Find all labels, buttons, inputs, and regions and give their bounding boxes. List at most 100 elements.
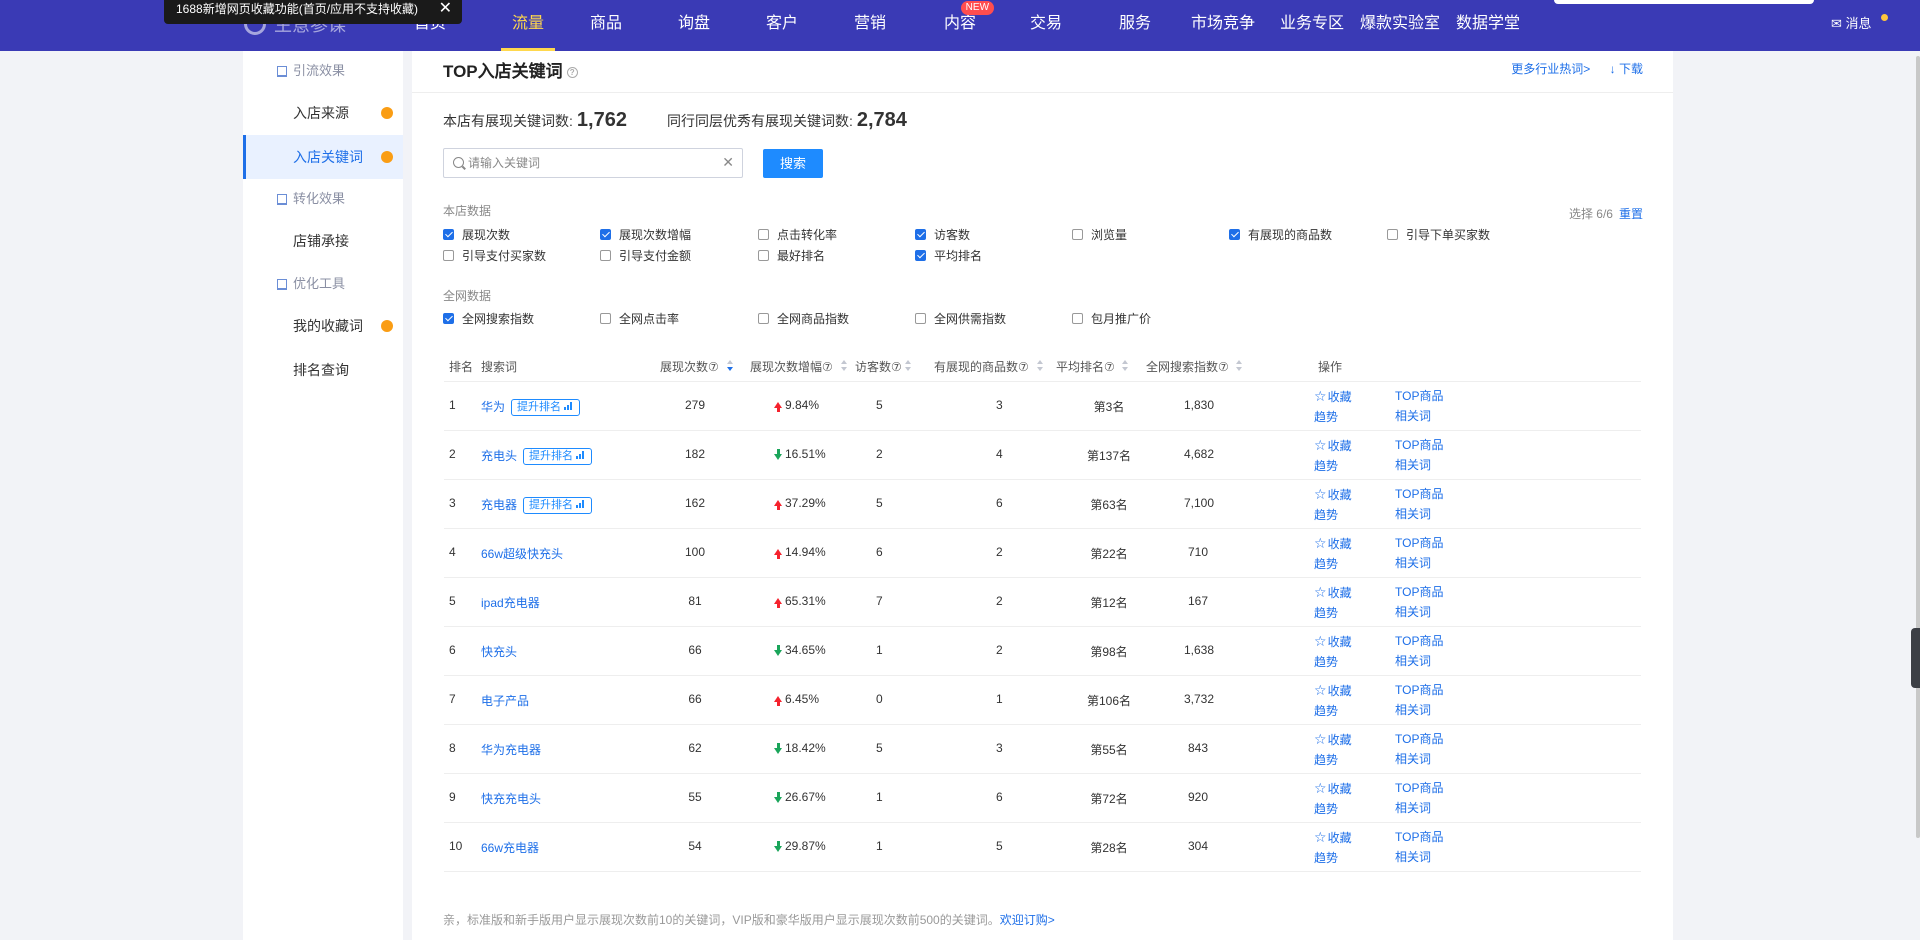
related-words-link[interactable]: 相关词 [1395, 504, 1443, 524]
related-words-link[interactable]: 相关词 [1395, 602, 1443, 622]
download-button[interactable]: ↓ 下载 [1610, 62, 1643, 76]
related-words-link[interactable]: 相关词 [1395, 847, 1443, 867]
nav-item-business[interactable]: 业务专区 [1280, 0, 1344, 51]
keyword-link[interactable]: 华为充电器 [481, 743, 541, 757]
sidebar-item-shop-landing[interactable]: 店铺承接 [243, 219, 403, 263]
nav-item-marketing[interactable]: 营销 [854, 0, 886, 51]
trend-link[interactable]: 趋势 [1314, 750, 1352, 770]
sort-icon[interactable] [905, 360, 912, 372]
messages-button[interactable]: ✉ 消息 [1831, 0, 1888, 48]
related-words-link[interactable]: 相关词 [1395, 553, 1443, 573]
favorite-button[interactable]: ☆收藏 [1314, 680, 1352, 701]
nav-item-market[interactable]: 市场竞争 [1191, 0, 1255, 51]
boost-rank-button[interactable]: 提升排名 [523, 497, 593, 514]
top-goods-link[interactable]: TOP商品 [1395, 778, 1443, 798]
checkbox-web-3[interactable]: 全网供需指数 [915, 310, 1006, 327]
related-words-link[interactable]: 相关词 [1395, 749, 1443, 769]
top-goods-link[interactable]: TOP商品 [1395, 582, 1443, 602]
col-growth[interactable]: 展现次数增幅⑦ [750, 358, 833, 375]
top-goods-link[interactable]: TOP商品 [1395, 484, 1443, 504]
top-goods-link[interactable]: TOP商品 [1395, 533, 1443, 553]
sidebar-item-favorites[interactable]: 我的收藏词 [243, 304, 403, 348]
sort-icon[interactable] [727, 360, 734, 372]
favorite-button[interactable]: ☆收藏 [1314, 631, 1352, 652]
nav-item-academy[interactable]: 数据学堂 [1456, 0, 1520, 51]
checkbox-web-2[interactable]: 全网商品指数 [758, 310, 849, 327]
nav-item-customer[interactable]: 客户 [766, 0, 798, 51]
trend-link[interactable]: 趋势 [1314, 407, 1352, 427]
checkbox-shop-5[interactable]: 有展现的商品数 [1229, 226, 1332, 243]
page-scrollbar[interactable] [1916, 56, 1920, 838]
favorite-button[interactable]: ☆收藏 [1314, 729, 1352, 750]
favorite-button[interactable]: ☆收藏 [1314, 533, 1352, 554]
checkbox-web-0[interactable]: 全网搜索指数 [443, 310, 534, 327]
nav-item-content[interactable]: 内容 NEW [944, 0, 995, 51]
favorite-button[interactable]: ☆收藏 [1314, 386, 1352, 407]
related-words-link[interactable]: 相关词 [1395, 651, 1443, 671]
nav-search-box[interactable] [1554, 0, 1814, 4]
sort-icon[interactable] [841, 360, 848, 372]
trend-link[interactable]: 趋势 [1314, 505, 1352, 525]
favorite-button[interactable]: ☆收藏 [1314, 484, 1352, 505]
favorite-button[interactable]: ☆收藏 [1314, 582, 1352, 603]
favorite-button[interactable]: ☆收藏 [1314, 827, 1352, 848]
checkbox-shop-4[interactable]: 浏览量 [1072, 226, 1127, 243]
nav-item-goods[interactable]: 商品 [590, 0, 622, 51]
keyword-link[interactable]: 充电头 [481, 449, 517, 463]
boost-rank-button[interactable]: 提升排名 [511, 399, 581, 416]
sort-icon[interactable] [1122, 360, 1129, 372]
tooltip-close-icon[interactable]: ✕ [439, 0, 452, 18]
more-hot-words-link[interactable]: 更多行业热词> [1511, 62, 1590, 76]
sort-icon[interactable] [1236, 360, 1243, 372]
trend-link[interactable]: 趋势 [1314, 799, 1352, 819]
side-drawer-handle[interactable] [1911, 628, 1920, 688]
keyword-link[interactable]: ipad充电器 [481, 596, 540, 610]
sidebar-item-source[interactable]: 入店来源 [243, 91, 403, 135]
subscribe-link[interactable]: 欢迎订购> [1000, 913, 1055, 927]
keyword-link[interactable]: 快充充电头 [481, 792, 541, 806]
trend-link[interactable]: 趋势 [1314, 554, 1352, 574]
checkbox-shop-3[interactable]: 访客数 [915, 226, 970, 243]
trend-link[interactable]: 趋势 [1314, 701, 1352, 721]
checkbox-web-1[interactable]: 全网点击率 [600, 310, 679, 327]
related-words-link[interactable]: 相关词 [1395, 455, 1443, 475]
keyword-link[interactable]: 充电器 [481, 498, 517, 512]
clear-icon[interactable]: ✕ [722, 154, 734, 171]
keyword-link[interactable]: 66w超级快充头 [481, 547, 563, 561]
nav-item-inquiry[interactable]: 询盘 [678, 0, 710, 51]
top-goods-link[interactable]: TOP商品 [1395, 386, 1443, 406]
checkbox-shop-7[interactable]: 引导支付买家数 [443, 247, 546, 264]
checkbox-shop-10[interactable]: 平均排名 [915, 247, 982, 264]
sidebar-item-keywords[interactable]: 入店关键词 [243, 135, 403, 179]
keyword-link[interactable]: 电子产品 [481, 694, 529, 708]
trend-link[interactable]: 趋势 [1314, 603, 1352, 623]
top-goods-link[interactable]: TOP商品 [1395, 729, 1443, 749]
nav-item-traffic[interactable]: 流量 [501, 0, 555, 51]
nav-item-trade[interactable]: 交易 [1030, 0, 1062, 51]
top-goods-link[interactable]: TOP商品 [1395, 631, 1443, 651]
trend-link[interactable]: 趋势 [1314, 456, 1352, 476]
col-visitors[interactable]: 访客数⑦ [855, 358, 902, 375]
checkbox-shop-6[interactable]: 引导下单买家数 [1387, 226, 1490, 243]
col-goods[interactable]: 有展现的商品数⑦ [934, 358, 1029, 375]
favorite-button[interactable]: ☆收藏 [1314, 778, 1352, 799]
top-goods-link[interactable]: TOP商品 [1395, 435, 1443, 455]
related-words-link[interactable]: 相关词 [1395, 700, 1443, 720]
nav-item-service[interactable]: 服务 [1119, 0, 1151, 51]
checkbox-shop-2[interactable]: 点击转化率 [758, 226, 837, 243]
related-words-link[interactable]: 相关词 [1395, 798, 1443, 818]
checkbox-shop-1[interactable]: 展现次数增幅 [600, 226, 691, 243]
checkbox-shop-8[interactable]: 引导支付金额 [600, 247, 691, 264]
keyword-link[interactable]: 快充头 [481, 645, 517, 659]
sidebar-item-rank-query[interactable]: 排名查询 [243, 348, 403, 392]
checkbox-web-4[interactable]: 包月推广价 [1072, 310, 1151, 327]
keyword-link[interactable]: 66w充电器 [481, 841, 539, 855]
trend-link[interactable]: 趋势 [1314, 652, 1352, 672]
nav-item-lab[interactable]: 爆款实验室 [1360, 0, 1440, 51]
keyword-search-input[interactable] [468, 149, 718, 177]
trend-link[interactable]: 趋势 [1314, 848, 1352, 868]
favorite-button[interactable]: ☆收藏 [1314, 435, 1352, 456]
help-icon[interactable]: ? [566, 67, 578, 79]
keyword-link[interactable]: 华为 [481, 400, 505, 414]
search-button[interactable]: 搜索 [763, 149, 823, 178]
